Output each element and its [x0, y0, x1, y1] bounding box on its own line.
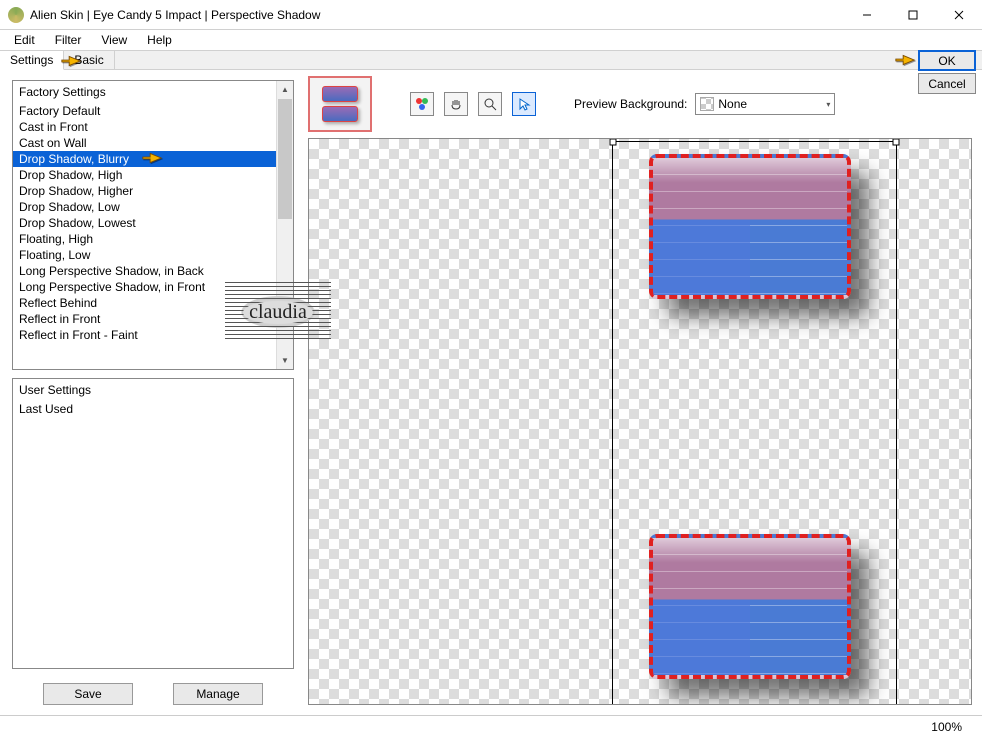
list-item[interactable]: Factory Default: [13, 103, 293, 119]
ok-button[interactable]: OK: [918, 50, 976, 71]
list-item[interactable]: Drop Shadow, Low: [13, 199, 293, 215]
maximize-button[interactable]: [890, 0, 936, 30]
settings-pane: ▲ ▼ Factory Settings Factory DefaultCast…: [0, 70, 300, 715]
list-item[interactable]: Floating, High: [13, 231, 293, 247]
checker-icon: [700, 97, 714, 111]
preview-object: [649, 154, 851, 299]
tab-strip: Settings Basic OK Cancel: [0, 50, 982, 70]
list-item[interactable]: Long Perspective Shadow, in Back: [13, 263, 293, 279]
preview-object: [649, 534, 851, 679]
status-bar: 100%: [0, 715, 982, 737]
factory-settings-header: Factory Settings: [13, 81, 293, 103]
preview-bg-select[interactable]: None ▾: [695, 93, 835, 115]
tab-settings[interactable]: Settings: [0, 51, 64, 70]
minimize-button[interactable]: [844, 0, 890, 30]
zoom-tool[interactable]: [478, 92, 502, 116]
list-item[interactable]: Drop Shadow, Higher: [13, 183, 293, 199]
chevron-down-icon: ▾: [826, 100, 830, 109]
window-title: Alien Skin | Eye Candy 5 Impact | Perspe…: [30, 8, 320, 22]
list-item[interactable]: Cast on Wall: [13, 135, 293, 151]
selection-handle[interactable]: [893, 139, 900, 146]
scroll-down-icon[interactable]: ▼: [277, 352, 293, 369]
pointer-tool[interactable]: [512, 92, 536, 116]
list-item[interactable]: Cast in Front: [13, 119, 293, 135]
window-buttons: [844, 0, 982, 30]
preview-canvas[interactable]: [308, 138, 972, 705]
list-item[interactable]: Last Used: [13, 401, 293, 417]
list-item[interactable]: Drop Shadow, Blurry: [13, 151, 293, 167]
watermark: claudia: [208, 282, 348, 342]
manage-button[interactable]: Manage: [173, 683, 263, 705]
preview-bg-value: None: [718, 97, 747, 111]
color-picker-tool[interactable]: [410, 92, 434, 116]
menu-filter[interactable]: Filter: [45, 31, 92, 49]
close-button[interactable]: [936, 0, 982, 30]
preview-bg-label: Preview Background:: [574, 97, 687, 111]
titlebar: Alien Skin | Eye Candy 5 Impact | Perspe…: [0, 0, 982, 30]
tab-basic[interactable]: Basic: [64, 51, 114, 69]
menubar: Edit Filter View Help: [0, 30, 982, 50]
menu-view[interactable]: View: [91, 31, 137, 49]
list-item[interactable]: Drop Shadow, High: [13, 167, 293, 183]
menu-edit[interactable]: Edit: [4, 31, 45, 49]
list-item[interactable]: Floating, Low: [13, 247, 293, 263]
user-settings-list[interactable]: User Settings Last Used: [12, 378, 294, 669]
watermark-text: claudia: [243, 301, 313, 324]
user-settings-header: User Settings: [13, 379, 293, 401]
save-button[interactable]: Save: [43, 683, 133, 705]
preview-thumbnail[interactable]: [308, 76, 372, 132]
menu-help[interactable]: Help: [137, 31, 182, 49]
hand-tool[interactable]: [444, 92, 468, 116]
list-item[interactable]: Drop Shadow, Lowest: [13, 215, 293, 231]
preview-toolbar: Preview Background: None ▾: [308, 74, 972, 134]
app-icon: [8, 7, 24, 23]
selection-handle[interactable]: [610, 139, 617, 146]
preview-pane: Preview Background: None ▾: [300, 70, 982, 715]
scroll-up-icon[interactable]: ▲: [277, 81, 293, 98]
scroll-thumb[interactable]: [278, 99, 292, 219]
zoom-level: 100%: [931, 720, 962, 734]
hand-pointer-icon: [894, 50, 916, 70]
